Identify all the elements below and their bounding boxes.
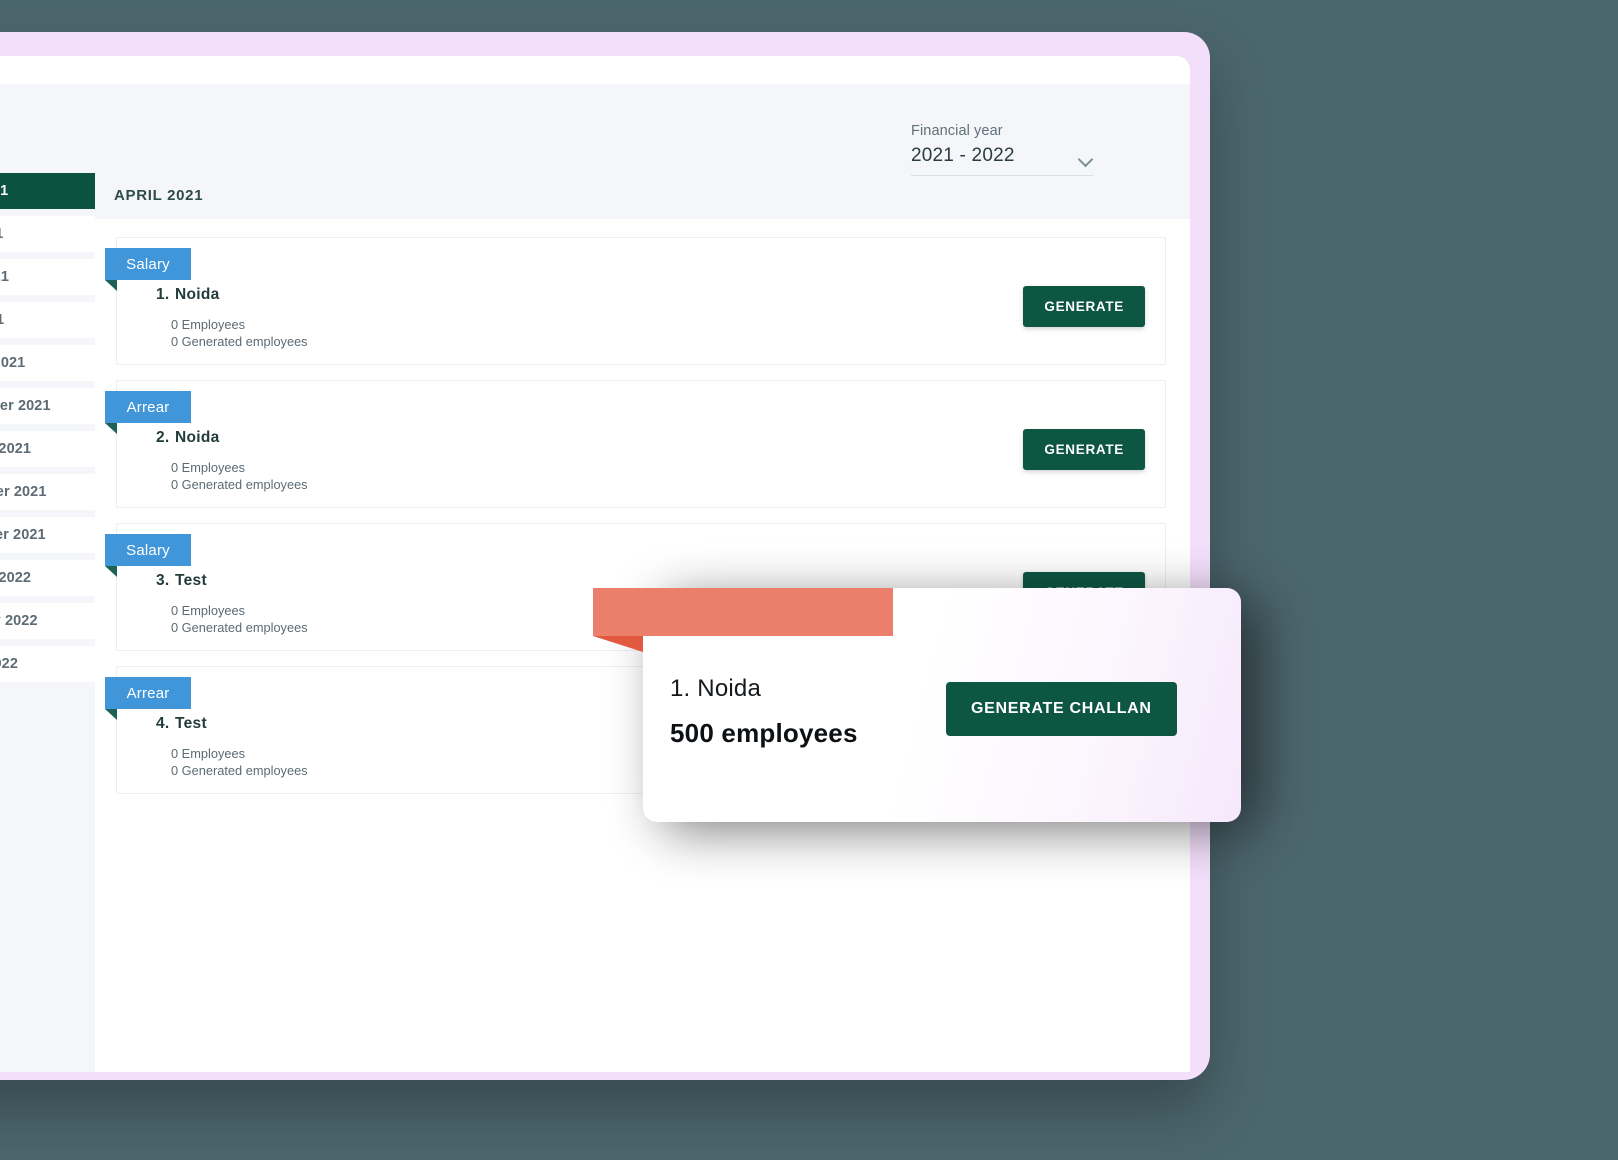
popup-ribbon: [593, 588, 893, 636]
row-meta: 0 Employees 0 Generated employees: [171, 316, 308, 350]
table-row: Salary 1. Noida 0 Employees 0 Generated …: [105, 237, 1166, 365]
row-name: Test: [175, 715, 207, 732]
sidebar-item-label: December 2021: [0, 527, 46, 543]
sidebar-item-june-2021[interactable]: June 2021: [0, 259, 95, 295]
chevron-down-icon[interactable]: [1079, 154, 1093, 163]
sidebar-item-label: April 2021: [0, 183, 9, 199]
sidebar-item-label: March 2022: [0, 656, 18, 672]
sidebar-item-september-2021[interactable]: September 2021: [0, 388, 95, 424]
sidebar-item-november-2021[interactable]: November 2021: [0, 474, 95, 510]
row-generated-count: 0 Generated employees: [171, 620, 308, 635]
sidebar-item-march-2022[interactable]: March 2022: [0, 646, 95, 682]
row-meta: 0 Employees 0 Generated employees: [171, 602, 308, 636]
row-employees-count: 0 Employees: [171, 317, 245, 332]
status-badge: Salary: [105, 534, 191, 566]
sidebar-item-august-2021[interactable]: August 2021: [0, 345, 95, 381]
sidebar-item-label: November 2021: [0, 484, 47, 500]
ribbon-fold-icon: [105, 709, 117, 720]
row-index: 3.: [156, 572, 170, 589]
sidebar-item-april-2021[interactable]: April 2021: [0, 173, 95, 209]
sidebar-item-july-2021[interactable]: July 2021: [0, 302, 95, 338]
sidebar-item-label: May 2021: [0, 226, 3, 242]
status-badge: Salary: [105, 248, 191, 280]
row-generated-count: 0 Generated employees: [171, 477, 308, 492]
status-badge: Arrear: [105, 677, 191, 709]
financial-year-label: Financial year: [911, 123, 1003, 139]
row-generated-count: 0 Generated employees: [171, 334, 308, 349]
row-generated-count: 0 Generated employees: [171, 763, 308, 778]
sidebar-item-february-2022[interactable]: February 2022: [0, 603, 95, 639]
row-employees-count: 0 Employees: [171, 460, 245, 475]
sidebar-month-list: April 2021 May 2021 June 2021 July 2021 …: [0, 84, 95, 1072]
generate-button[interactable]: GENERATE: [1023, 429, 1145, 470]
row-name: Test: [175, 572, 207, 589]
app-body: April 2021 May 2021 June 2021 July 2021 …: [0, 84, 1190, 1072]
app-topbar: [0, 56, 1190, 84]
sidebar-item-may-2021[interactable]: May 2021: [0, 216, 95, 252]
sidebar-item-october-2021[interactable]: October 2021: [0, 431, 95, 467]
sidebar-item-label: June 2021: [0, 269, 10, 285]
financial-year-control[interactable]: 2021 - 2022: [911, 145, 1093, 176]
popup-title: 1. Noida: [670, 675, 761, 702]
row-index: 1.: [156, 286, 170, 303]
row-name: Noida: [175, 286, 220, 303]
sidebar-item-december-2021[interactable]: December 2021: [0, 517, 95, 553]
ribbon-fold-icon: [105, 566, 117, 577]
financial-year-value: 2021 - 2022: [911, 145, 1015, 166]
app-window: April 2021 May 2021 June 2021 July 2021 …: [0, 56, 1190, 1072]
popup-employee-count: 500 employees: [670, 718, 858, 748]
generate-challan-popup: 1. Noida 500 employees GENERATE CHALLAN: [593, 588, 1241, 822]
sidebar-item-label: September 2021: [0, 398, 51, 414]
main-content: Financial year 2021 - 2022 APRIL 2021 Sa…: [95, 84, 1190, 1072]
row-index: 2.: [156, 429, 170, 446]
table-row: Arrear 2. Noida 0 Employees 0 Generated …: [105, 380, 1166, 508]
sidebar-item-label: October 2021: [0, 441, 32, 457]
sidebar-item-label: January 2022: [0, 570, 32, 586]
page-title: APRIL 2021: [114, 187, 204, 204]
row-index: 4.: [156, 715, 170, 732]
sidebar-item-label: July 2021: [0, 312, 5, 328]
row-name: Noida: [175, 429, 220, 446]
generate-challan-button[interactable]: GENERATE CHALLAN: [946, 682, 1177, 736]
sidebar-item-label: February 2022: [0, 613, 38, 629]
row-meta: 0 Employees 0 Generated employees: [171, 745, 308, 779]
generate-button[interactable]: GENERATE: [1023, 286, 1145, 327]
ribbon-fold-icon: [105, 423, 117, 434]
financial-year-selector[interactable]: Financial year 2021 - 2022: [911, 123, 1093, 176]
row-employees-count: 0 Employees: [171, 603, 245, 618]
sidebar-item-label: August 2021: [0, 355, 26, 371]
sidebar-item-january-2022[interactable]: January 2022: [0, 560, 95, 596]
ribbon-fold-icon: [105, 280, 117, 291]
row-employees-count: 0 Employees: [171, 746, 245, 761]
status-badge: Arrear: [105, 391, 191, 423]
row-meta: 0 Employees 0 Generated employees: [171, 459, 308, 493]
